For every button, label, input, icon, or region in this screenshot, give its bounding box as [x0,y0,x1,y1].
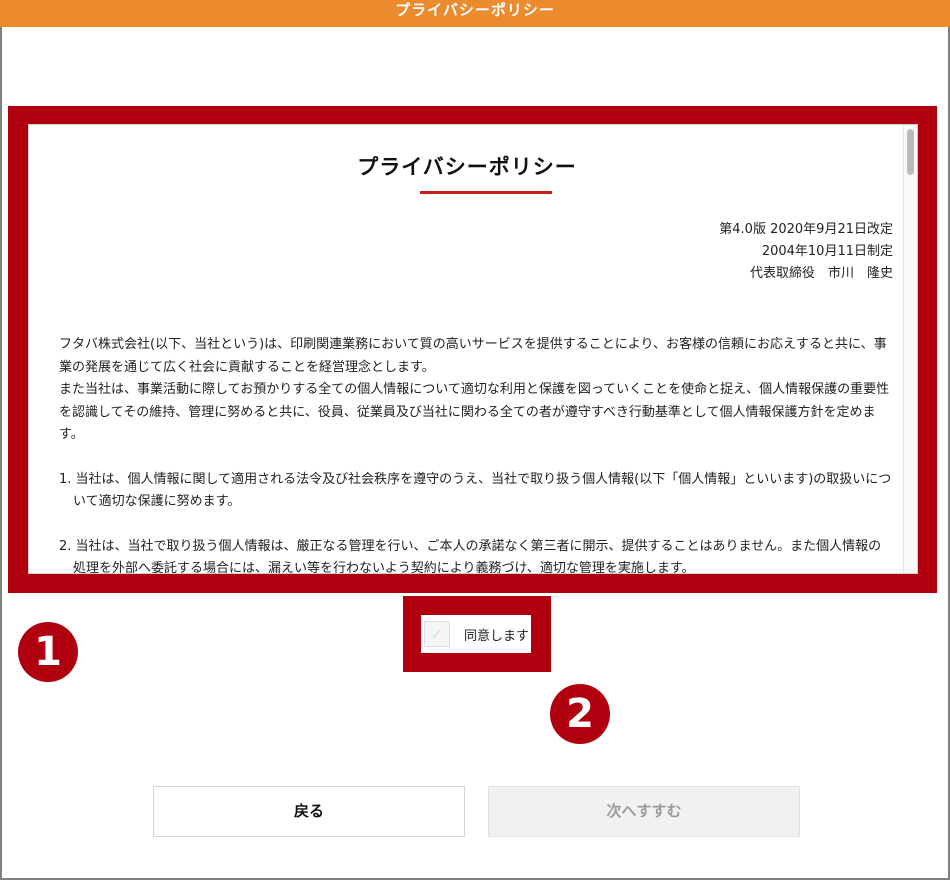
policy-version: 第4.0版 2020年9月21日改定 [719,222,893,237]
back-button[interactable]: 戻る [153,786,465,837]
policy-established: 2004年10月11日制定 [761,244,893,259]
policy-item: 1. 当社は、個人情報に関して適用される法令及び社会秩序を遵守のうえ、当社で取り… [59,471,892,510]
step-1-badge-icon: 1 [18,622,78,682]
step-2-badge-icon: 2 [550,684,610,744]
title-underline [420,191,552,194]
next-button[interactable]: 次へすすむ [488,786,800,837]
policy-item: 2. 当社は、当社で取り扱う個人情報は、厳正なる管理を行い、ご本人の承諾なく第三… [59,538,882,574]
check-icon: ✓ [430,625,444,643]
scrollbar-thumb[interactable] [907,129,914,175]
policy-scroll-area[interactable]: プライバシーポリシー 第4.0版 2020年9月21日改定 2004年10月11… [28,124,918,574]
policy-title: プライバシーポリシー [357,155,577,179]
policy-meta: 第4.0版 2020年9月21日改定 2004年10月11日制定 代表取締役 市… [719,219,893,285]
policy-representative: 代表取締役 市川 隆史 [749,266,893,281]
agree-checkbox-row[interactable]: ✓ 同意します [421,615,531,653]
policy-paragraph: また当社は、事業活動に際してお預かりする全ての個人情報について適切な利用と保護を… [59,382,890,442]
agree-checkbox[interactable]: ✓ [424,621,450,647]
policy-body: フタバ株式会社(以下、当社という)は、印刷関連業務において質の高いサービスを提供… [59,334,894,574]
header-title: プライバシーポリシー [395,1,555,19]
policy-paragraph: フタバ株式会社(以下、当社という)は、印刷関連業務において質の高いサービスを提供… [59,337,887,375]
page-header: プライバシーポリシー [0,0,950,27]
agree-label[interactable]: 同意します [464,625,529,644]
scrollbar-track[interactable] [903,125,917,573]
